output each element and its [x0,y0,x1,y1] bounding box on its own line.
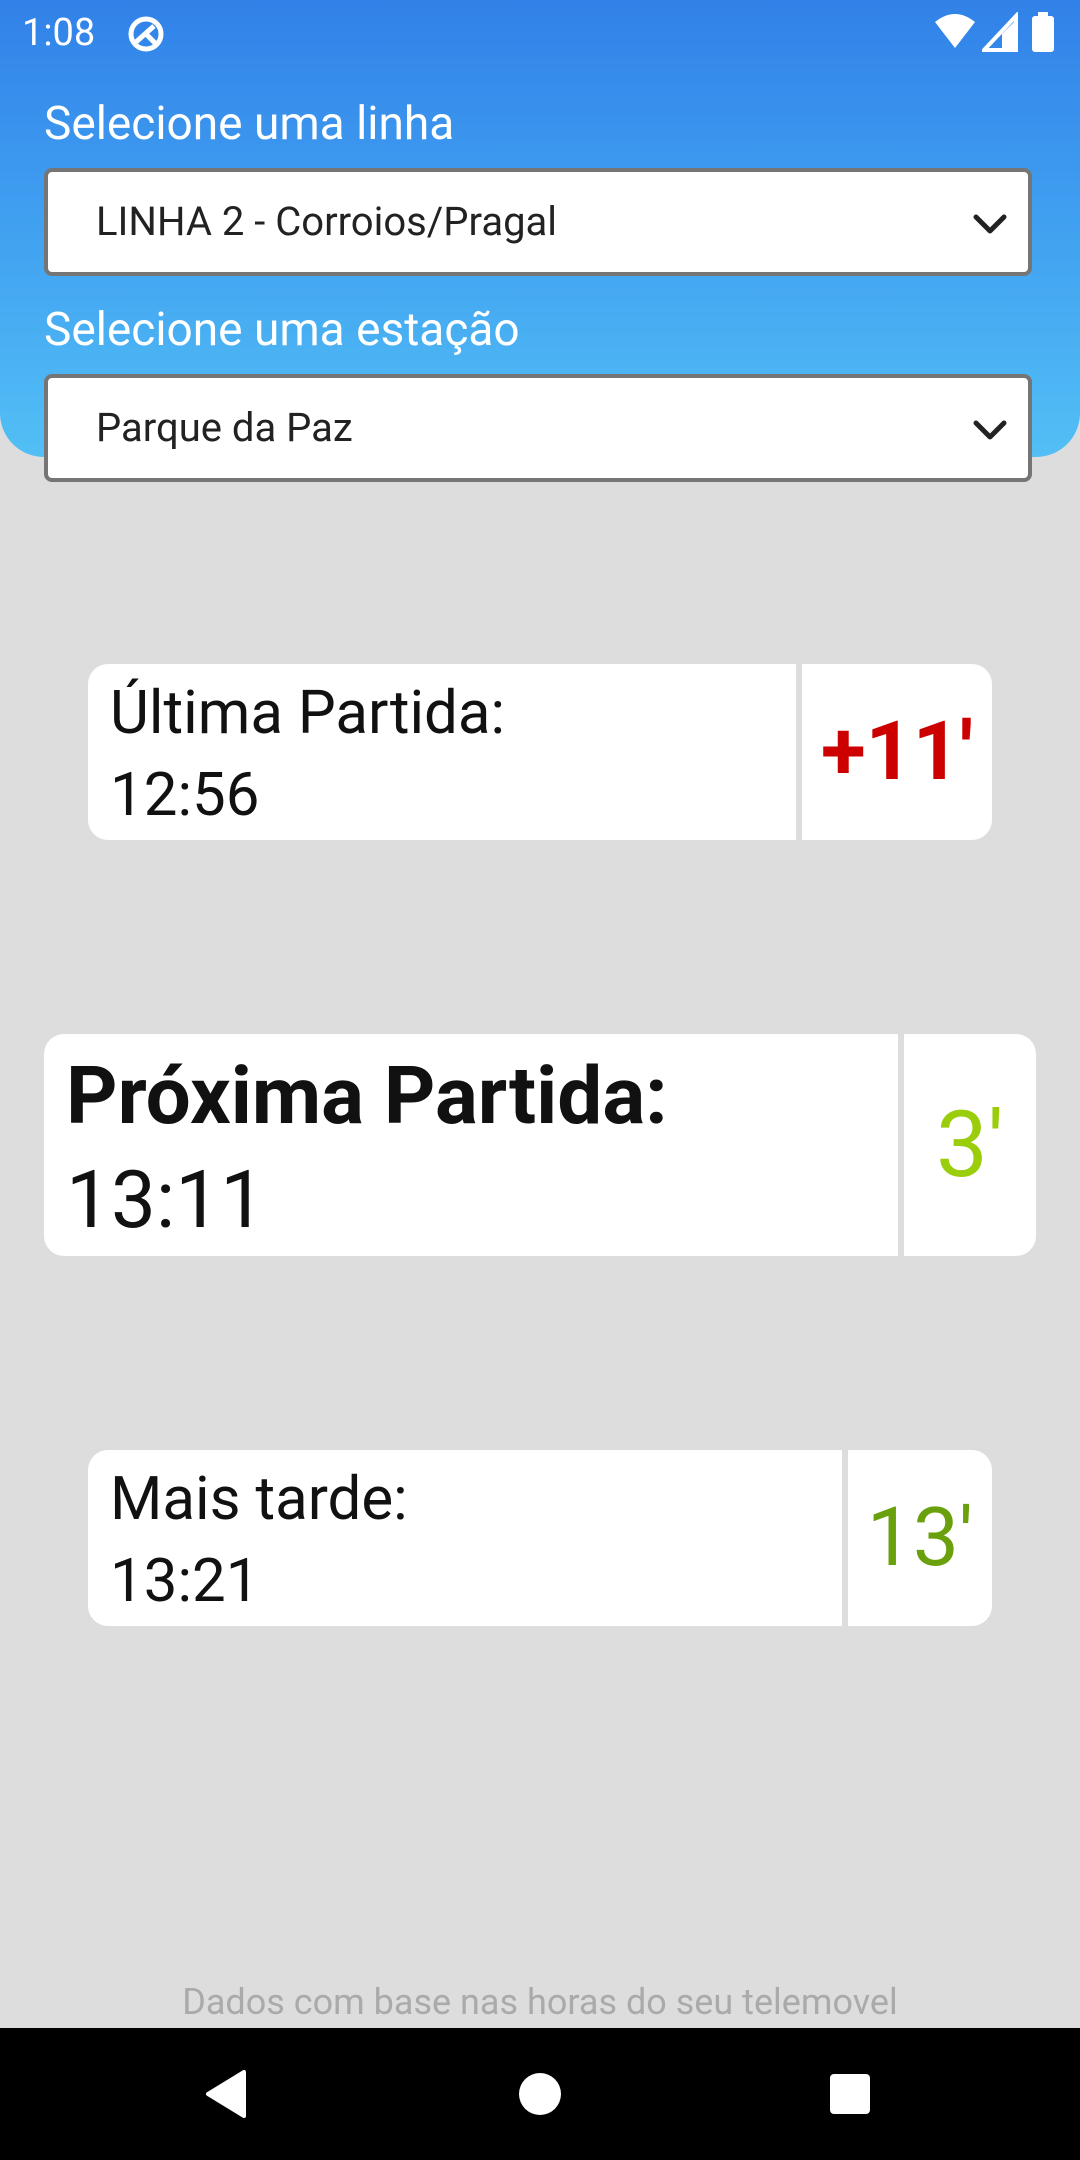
line-select-value: LINHA 2 - Corroios/Pragal [96,198,558,245]
signal-icon [979,10,1018,56]
next-departure-card: Próxima Partida: 13:11 3' [44,1034,1036,1256]
line-select-label: Selecione uma linha [44,97,455,151]
last-departure-card: Última Partida: 12:56 +11' [88,664,992,840]
later-departure-label: Mais tarde: [110,1463,408,1534]
next-departure-minutes-box: 3' [904,1034,1036,1256]
home-icon [519,2073,561,2115]
footer-note: Dados com base nas horas do seu telemove… [182,1981,898,2023]
sync-icon [126,14,166,58]
wifi-icon [934,12,976,56]
later-departure-info: Mais tarde: 13:21 [110,1458,408,1626]
later-departure-minutes: 13' [866,1490,974,1586]
later-departure-card: Mais tarde: 13:21 13' [88,1450,992,1626]
last-departure-label: Última Partida: [110,677,506,748]
last-departure-minutes: +11' [821,704,973,800]
station-select-value: Parque da Paz [96,404,353,451]
line-select[interactable]: LINHA 2 - Corroios/Pragal [44,168,1032,276]
next-departure-label: Próxima Partida: [66,1049,668,1143]
last-departure-minutes-box: +11' [802,664,992,840]
next-departure-info: Próxima Partida: 13:11 [66,1044,668,1256]
battery-icon [1030,12,1056,56]
status-time: 1:08 [22,11,96,55]
last-departure-time: 12:56 [110,759,260,830]
back-button[interactable] [156,2028,296,2160]
next-departure-time: 13:11 [66,1153,266,1247]
chevron-down-icon [972,212,1008,240]
recents-icon [830,2074,870,2114]
later-departure-minutes-box: 13' [848,1450,992,1626]
chevron-down-icon [972,418,1008,446]
station-select[interactable]: Parque da Paz [44,374,1032,482]
status-bar: 1:08 [0,0,1080,66]
next-departure-minutes: 3' [936,1091,1004,1199]
home-button[interactable] [470,2028,610,2160]
navigation-bar [0,2028,1080,2160]
recents-button[interactable] [780,2028,920,2160]
last-departure-info: Última Partida: 12:56 [110,672,505,840]
later-departure-time: 13:21 [110,1545,260,1616]
back-icon [206,2070,246,2118]
station-select-label: Selecione uma estação [44,303,520,357]
